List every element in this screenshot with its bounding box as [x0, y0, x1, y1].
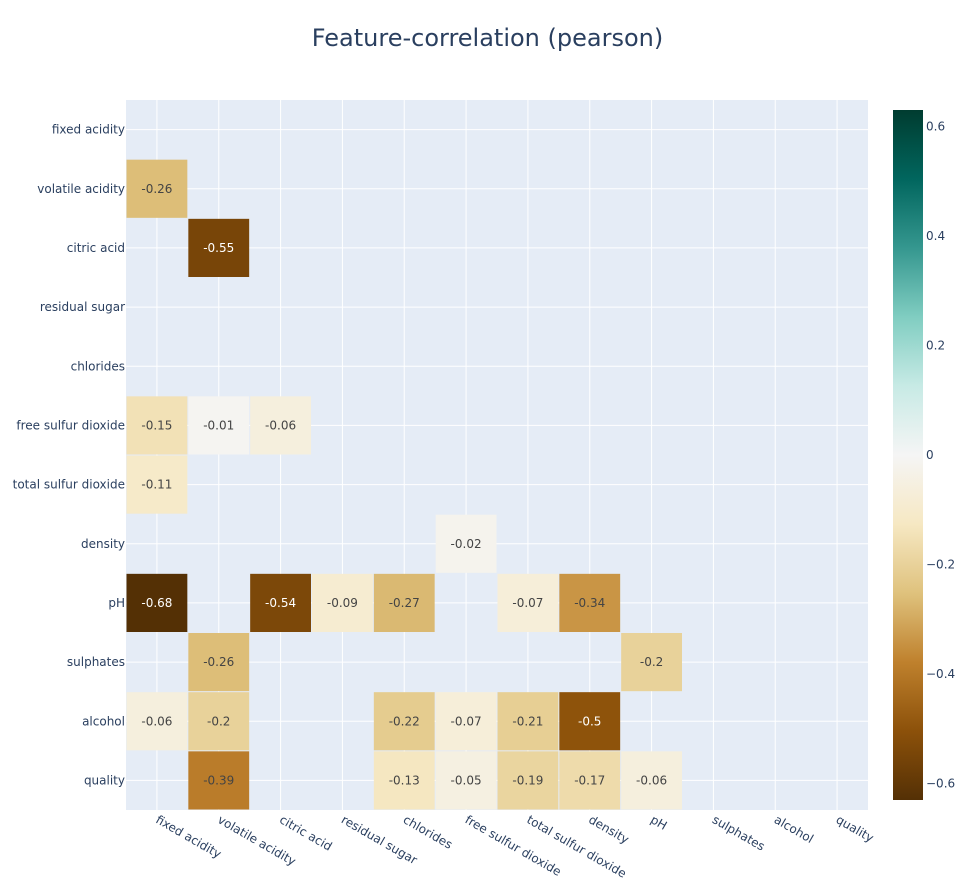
x-tick-label: total sulfur dioxide — [524, 812, 628, 880]
x-axis-labels: fixed acidityvolatile aciditycitric acid… — [153, 812, 876, 880]
x-tick-label: pH — [648, 812, 669, 832]
y-tick-label: total sulfur dioxide — [13, 478, 125, 492]
cell-value-label: -0.02 — [451, 537, 482, 551]
colorbar-tick-label: 0.4 — [926, 229, 945, 243]
x-tick-label: density — [586, 812, 631, 846]
colorbar-gradient — [893, 110, 923, 800]
colorbar-tick-label: 0.2 — [926, 338, 945, 352]
colorbar-tick-label: −0.2 — [926, 558, 955, 572]
cell-value-label: -0.06 — [141, 714, 172, 728]
y-tick-label: residual sugar — [40, 300, 125, 314]
x-tick-label: alcohol — [772, 812, 816, 846]
y-tick-label: chlorides — [71, 359, 125, 373]
cell-value-label: -0.07 — [512, 596, 543, 610]
colorbar-tick-label: 0.6 — [926, 119, 945, 133]
x-tick-label: chlorides — [401, 812, 455, 851]
cell-value-label: -0.2 — [207, 714, 230, 728]
cell-value-label: -0.34 — [574, 596, 605, 610]
cell-value-label: -0.68 — [141, 596, 172, 610]
cell-value-label: -0.21 — [512, 714, 543, 728]
heatmap-chart: -0.26 -0.55 -0.15 -0.01 -0.06 -0.11 -0.02 -0.68… — [13, 100, 955, 881]
cell-value-label: -0.09 — [327, 596, 358, 610]
cell-value-label: -0.54 — [265, 596, 296, 610]
cell-value-label: -0.22 — [389, 714, 420, 728]
y-tick-label: quality — [84, 773, 125, 787]
x-tick-label: quality — [834, 812, 877, 845]
colorbar — [893, 110, 923, 800]
cell-value-label: -0.2 — [640, 655, 663, 669]
cell-value-label: -0.5 — [578, 714, 601, 728]
cell-value-label: -0.01 — [203, 418, 234, 432]
cell-value-label: -0.19 — [512, 773, 543, 787]
cell-value-label: -0.06 — [636, 773, 667, 787]
cell-value-label: -0.55 — [203, 241, 234, 255]
x-tick-label: citric acid — [277, 812, 334, 853]
cell-value-label: -0.26 — [141, 182, 172, 196]
y-tick-label: free sulfur dioxide — [16, 418, 125, 432]
x-tick-label: fixed acidity — [153, 812, 223, 861]
cell-value-label: -0.06 — [265, 418, 296, 432]
cell-value-label: -0.05 — [451, 773, 482, 787]
cell-value-label: -0.39 — [203, 773, 234, 787]
y-axis-labels: fixed acidity volatile acidity citric acid… — [13, 123, 125, 788]
y-tick-label: sulphates — [67, 655, 125, 669]
cell-value-label: -0.07 — [451, 714, 482, 728]
cell-value-label: -0.17 — [574, 773, 605, 787]
colorbar-tick-label: 0 — [926, 448, 934, 462]
cell-value-label: -0.15 — [141, 418, 172, 432]
x-tick-label: sulphates — [710, 812, 767, 853]
cell-value-label: -0.13 — [389, 773, 420, 787]
y-tick-label: volatile acidity — [37, 182, 125, 196]
y-tick-label: density — [81, 537, 125, 551]
y-tick-label: pH — [108, 596, 125, 610]
cell-value-label: -0.27 — [389, 596, 420, 610]
colorbar-ticks: 0.6 0.4 0.2 0 −0.2 −0.4 −0.6 — [926, 119, 955, 790]
y-tick-label: alcohol — [82, 714, 125, 728]
colorbar-tick-label: −0.6 — [926, 777, 955, 791]
y-tick-label: citric acid — [67, 241, 125, 255]
colorbar-tick-label: −0.4 — [926, 667, 955, 681]
y-tick-label: fixed acidity — [52, 123, 125, 137]
cell-value-label: -0.11 — [141, 478, 172, 492]
cell-value-label: -0.26 — [203, 655, 234, 669]
